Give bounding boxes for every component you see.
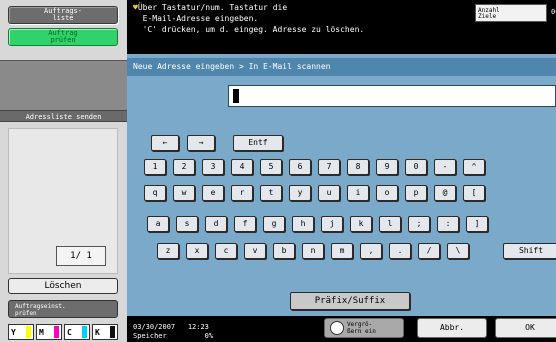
screen: Auftrags- liste Auftrag prüfen Adresslis… xyxy=(0,0,556,342)
letter-key[interactable]: t xyxy=(260,185,282,201)
sidebar-section-title: Adressliste senden xyxy=(0,110,127,122)
letter-key[interactable]: k xyxy=(350,216,372,232)
letter-key[interactable]: l xyxy=(379,216,401,232)
letter-key[interactable]: c xyxy=(215,243,237,259)
letter-key[interactable]: i xyxy=(347,185,369,201)
letter-key[interactable]: g xyxy=(263,216,285,232)
toner-cyan: C xyxy=(64,324,90,340)
number-key[interactable]: - xyxy=(434,159,456,175)
cursor-left-key[interactable]: ← xyxy=(151,135,179,151)
ok-button[interactable]: OK xyxy=(495,318,556,338)
letter-key[interactable]: ; xyxy=(408,216,430,232)
letter-key[interactable]: h xyxy=(292,216,314,232)
number-key[interactable]: 3 xyxy=(202,159,224,175)
number-key[interactable]: 8 xyxy=(347,159,369,175)
number-key[interactable]: 5 xyxy=(260,159,282,175)
main-panel: Neue Adresse eingeben > In E-Mail scanne… xyxy=(127,54,556,342)
destination-count-label: Anzahl Ziele xyxy=(475,4,547,22)
number-key[interactable]: 9 xyxy=(376,159,398,175)
sidebar-divider xyxy=(0,60,127,110)
toner-magenta: M xyxy=(36,324,62,340)
number-key[interactable]: 4 xyxy=(231,159,253,175)
letter-key[interactable]: j xyxy=(321,216,343,232)
letter-key[interactable]: s xyxy=(176,216,198,232)
message-bar: ♥Über Tastatur/num. Tastatur die E-Mail-… xyxy=(127,0,556,54)
cancel-button[interactable]: Abbr. xyxy=(417,318,487,338)
zoom-icon xyxy=(330,321,344,335)
letter-key[interactable]: m xyxy=(331,243,353,259)
letter-key[interactable]: . xyxy=(389,243,411,259)
letter-key[interactable]: z xyxy=(157,243,179,259)
page-indicator: 1/ 1 xyxy=(56,246,106,266)
clear-button[interactable]: Löschen xyxy=(8,278,118,294)
toner-yellow: Y xyxy=(8,324,34,340)
text-cursor xyxy=(233,89,239,103)
letter-key[interactable]: @ xyxy=(434,185,456,201)
number-key[interactable]: 1 xyxy=(144,159,166,175)
status-bar: 03/30/2007 12:23 Speicher 0% Vergrö- ßer… xyxy=(127,316,556,342)
shift-key[interactable]: Shift xyxy=(503,243,556,259)
check-job-button[interactable]: Auftrag prüfen xyxy=(8,28,118,46)
letter-key[interactable]: e xyxy=(202,185,224,201)
toner-levels: Y M C K xyxy=(8,324,118,340)
letter-key[interactable]: / xyxy=(418,243,440,259)
letter-key[interactable]: y xyxy=(289,185,311,201)
letter-key[interactable]: u xyxy=(318,185,340,201)
letter-key[interactable]: n xyxy=(302,243,324,259)
zoom-preview-label: Vergrö- ßern ein xyxy=(347,321,376,335)
letter-key[interactable]: x xyxy=(186,243,208,259)
job-list-button[interactable]: Auftrags- liste xyxy=(8,6,118,24)
letter-key[interactable]: f xyxy=(234,216,256,232)
letter-key[interactable]: o xyxy=(376,185,398,201)
prefix-suffix-button[interactable]: Präfix/Suffix xyxy=(290,292,410,310)
number-key[interactable]: 7 xyxy=(318,159,340,175)
instruction-message: ♥Über Tastatur/num. Tastatur die E-Mail-… xyxy=(133,3,365,34)
number-key[interactable]: ^ xyxy=(463,159,485,175)
sidebar: Auftrags- liste Auftrag prüfen Adresslis… xyxy=(0,0,127,342)
number-key[interactable]: 6 xyxy=(289,159,311,175)
cursor-right-key[interactable]: → xyxy=(187,135,215,151)
letter-key[interactable]: w xyxy=(173,185,195,201)
letter-key[interactable]: : xyxy=(437,216,459,232)
letter-key[interactable]: d xyxy=(205,216,227,232)
email-address-input[interactable] xyxy=(228,85,556,107)
zoom-preview-button[interactable]: Vergrö- ßern ein xyxy=(324,318,404,338)
number-key[interactable]: 0 xyxy=(405,159,427,175)
letter-key[interactable]: , xyxy=(360,243,382,259)
date-time: 03/30/2007 12:23 Speicher 0% xyxy=(133,323,214,340)
letter-key[interactable]: q xyxy=(144,185,166,201)
letter-key[interactable]: \ xyxy=(447,243,469,259)
letter-key[interactable]: r xyxy=(231,185,253,201)
breadcrumb: Neue Adresse eingeben > In E-Mail scanne… xyxy=(127,58,556,76)
letter-key[interactable]: a xyxy=(147,216,169,232)
letter-key[interactable]: b xyxy=(273,243,295,259)
job-settings-button[interactable]: Auftragseinst. prüfen xyxy=(8,300,118,318)
letter-key[interactable]: [ xyxy=(463,185,485,201)
letter-key[interactable]: ] xyxy=(466,216,488,232)
delete-key[interactable]: Entf xyxy=(233,135,283,151)
letter-key[interactable]: v xyxy=(244,243,266,259)
toner-black: K xyxy=(92,324,118,340)
destination-count-value: 000 xyxy=(551,8,556,16)
number-key[interactable]: 2 xyxy=(173,159,195,175)
letter-key[interactable]: p xyxy=(405,185,427,201)
